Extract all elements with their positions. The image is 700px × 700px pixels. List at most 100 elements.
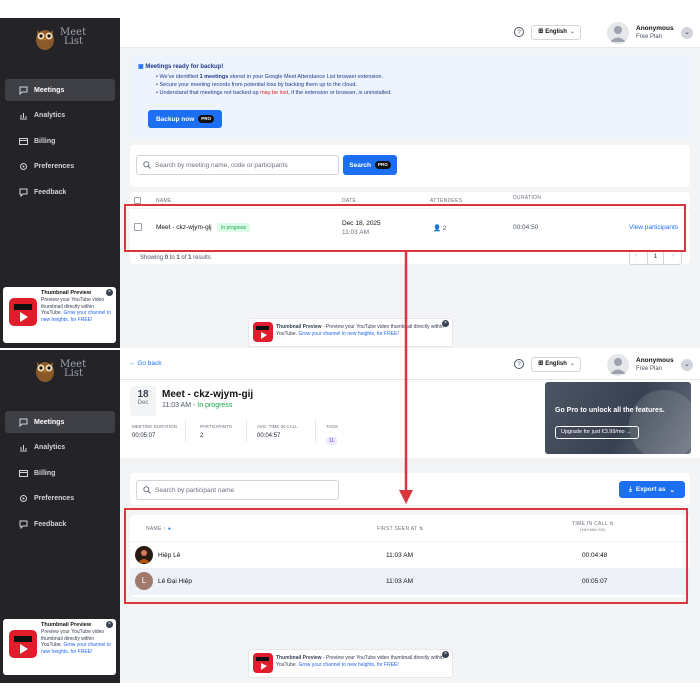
sidebar-item-meetings[interactable]: Meetings bbox=[5, 79, 115, 101]
date-month: Dec bbox=[137, 400, 149, 406]
sidebar-item-label: Feedback bbox=[34, 520, 67, 528]
divider bbox=[315, 420, 316, 442]
topbar: ? ꕥ English ⌄ Anonymous Free Plan ⌄ bbox=[120, 18, 700, 48]
download-icon: ⤓ bbox=[629, 485, 632, 493]
card-icon bbox=[19, 469, 28, 478]
close-icon[interactable]: × bbox=[106, 621, 113, 628]
thumbnail-preview-ad[interactable]: Thumbnail Preview Preview your YouTube v… bbox=[3, 287, 116, 343]
thumbnail-preview-banner[interactable]: Thumbnail Preview - Preview your YouTube… bbox=[248, 318, 453, 347]
banner-title: ▣ Meetings ready for backup! bbox=[138, 64, 224, 70]
thumbnail-preview-banner[interactable]: Thumbnail Preview - Preview your YouTube… bbox=[248, 649, 453, 678]
backup-banner: ▣ Meetings ready for backup! • We've ide… bbox=[130, 56, 690, 139]
sidebar-item-meetings[interactable]: Meetings bbox=[5, 411, 115, 433]
language-select[interactable]: ꕥ English ⌄ bbox=[531, 357, 581, 372]
chevron-right-icon[interactable]: › bbox=[672, 253, 674, 259]
owl-logo-icon bbox=[36, 30, 54, 50]
sidebar-item-feedback[interactable]: Feedback bbox=[5, 513, 115, 535]
card-icon bbox=[19, 137, 28, 146]
page-number[interactable]: 1 bbox=[647, 251, 664, 264]
avatar[interactable] bbox=[607, 354, 629, 376]
meeting-time-status: 11:03 AM - In progress bbox=[162, 402, 233, 409]
participant-search-input[interactable]: Search by participant name bbox=[136, 480, 339, 500]
date-day: 18 bbox=[137, 389, 149, 400]
promo-title: Go Pro to unlock all the features. bbox=[555, 407, 665, 414]
pagination-summary: Showing 0 to 1 of 1 results bbox=[140, 255, 211, 261]
pro-badge: PRO bbox=[374, 161, 391, 169]
export-button[interactable]: ⤓ Export as ⌄ bbox=[619, 481, 685, 498]
sidebar-item-analytics[interactable]: Analytics bbox=[5, 105, 115, 127]
select-all-checkbox[interactable] bbox=[134, 197, 141, 204]
meeting-detail-screen: Meet List Meetings Analytics Billing Pref… bbox=[0, 350, 700, 683]
column-header-duration[interactable]: DURATION bbox=[513, 195, 541, 201]
meetings-screen: Meet List Meetings Analytics Billing Pref… bbox=[0, 18, 700, 348]
sidebar-item-label: Preferences bbox=[34, 495, 75, 502]
play-icon bbox=[9, 298, 37, 326]
chevron-down-icon[interactable]: ⌄ bbox=[681, 359, 693, 371]
ad-body: Preview your YouTube video thumbnail dir… bbox=[41, 297, 111, 323]
close-icon[interactable]: × bbox=[442, 320, 449, 327]
user-plan: Free Plan bbox=[636, 366, 663, 372]
gear-icon bbox=[19, 162, 28, 171]
sidebar: Meet List Meetings Analytics Billing Pref… bbox=[0, 18, 120, 348]
sidebar-item-label: Billing bbox=[34, 469, 56, 477]
thumbnail-preview-ad[interactable]: Thumbnail Preview Preview your YouTube v… bbox=[3, 619, 116, 675]
sidebar-item-preferences[interactable]: Preferences bbox=[5, 488, 115, 510]
sidebar-item-billing[interactable]: Billing bbox=[5, 130, 115, 152]
ad-link[interactable]: Grow your channel to new heights, for FR… bbox=[298, 331, 398, 337]
banner-line: • We've identified 1 meetings stored in … bbox=[156, 74, 383, 80]
search-card: Search by meeting name, code or particip… bbox=[130, 145, 690, 187]
owl-logo-icon bbox=[36, 362, 54, 382]
arrow-connector bbox=[399, 250, 413, 504]
banner-list: • We've identified 1 meetings stored in … bbox=[156, 73, 676, 97]
play-icon bbox=[9, 630, 37, 658]
sidebar: Meet List Meetings Analytics Billing Pref… bbox=[0, 350, 120, 683]
chevron-down-icon: ⌄ bbox=[569, 361, 575, 367]
divider bbox=[246, 420, 247, 442]
close-icon[interactable]: × bbox=[106, 289, 113, 296]
app-logo: Meet List bbox=[34, 358, 94, 384]
stat-avg-time: AVG. TIME IN CALL 00:04:57 bbox=[257, 424, 298, 439]
sidebar-item-analytics[interactable]: Analytics bbox=[5, 437, 115, 459]
highlight-box bbox=[124, 508, 688, 604]
go-back-link[interactable]: ← Go back bbox=[129, 360, 162, 367]
sidebar-item-label: Analytics bbox=[34, 444, 66, 451]
backup-now-button[interactable]: Backup now PRO bbox=[148, 110, 222, 128]
ad-text: Thumbnail Preview - Preview your YouTube… bbox=[276, 655, 444, 668]
stat-tags: TAGS 11 bbox=[326, 424, 338, 445]
ad-title: Thumbnail Preview bbox=[41, 622, 92, 628]
info-icon: ▣ bbox=[138, 64, 144, 70]
help-icon[interactable]: ? bbox=[514, 27, 524, 37]
sidebar-item-preferences[interactable]: Preferences bbox=[5, 156, 115, 178]
promo-decoration bbox=[629, 390, 691, 454]
search-button[interactable]: Search PRO bbox=[343, 155, 397, 175]
ad-link[interactable]: Grow your channel to new heights, for FR… bbox=[298, 662, 398, 668]
date-badge: 18 Dec bbox=[130, 386, 156, 416]
sidebar-item-feedback[interactable]: Feedback bbox=[5, 181, 115, 203]
search-icon bbox=[143, 161, 151, 169]
sidebar-item-label: Billing bbox=[34, 137, 56, 145]
arrow-head-icon bbox=[399, 490, 413, 504]
chart-icon bbox=[19, 443, 28, 452]
chevron-left-icon[interactable]: ‹ bbox=[635, 253, 637, 259]
avatar[interactable] bbox=[607, 22, 629, 44]
feedback-icon bbox=[19, 520, 28, 529]
language-select[interactable]: ꕥ English ⌄ bbox=[531, 25, 581, 40]
sidebar-item-label: Analytics bbox=[34, 112, 66, 119]
tag-badge[interactable]: 11 bbox=[326, 437, 338, 445]
close-icon[interactable]: × bbox=[442, 651, 449, 658]
go-pro-promo: Go Pro to unlock all the features. Upgra… bbox=[545, 382, 691, 454]
sidebar-item-billing[interactable]: Billing bbox=[5, 462, 115, 484]
sidebar-item-label: Feedback bbox=[34, 188, 67, 196]
upgrade-button[interactable]: Upgrade for just €3.99/mo → bbox=[555, 426, 639, 439]
banner-line: • Understand that meetings not backed up… bbox=[156, 90, 392, 96]
user-name: Anonymous bbox=[636, 357, 674, 364]
stat-participants: PARTICIPANTS 2 bbox=[200, 424, 233, 439]
app-logo: Meet List bbox=[34, 26, 94, 52]
ad-body: Preview your YouTube video thumbnail dir… bbox=[41, 629, 111, 655]
meeting-search-input[interactable]: Search by meeting name, code or particip… bbox=[136, 155, 339, 175]
chevron-down-icon[interactable]: ⌄ bbox=[681, 27, 693, 39]
ad-text: Thumbnail Preview - Preview your YouTube… bbox=[276, 324, 444, 337]
feedback-icon bbox=[19, 188, 28, 197]
help-icon[interactable]: ? bbox=[514, 359, 524, 369]
